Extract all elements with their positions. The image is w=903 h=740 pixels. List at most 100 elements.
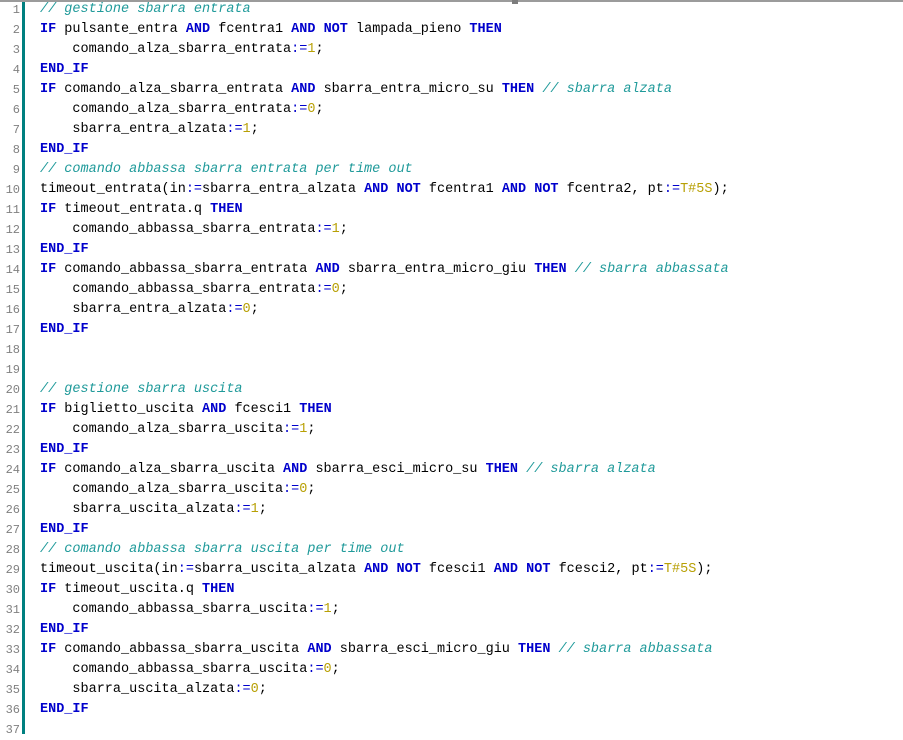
code-token-comment: // sbarra abbassata bbox=[574, 262, 729, 277]
code-line[interactable]: END_IF bbox=[40, 440, 903, 460]
code-token-comment: // comando abbassa sbarra uscita per tim… bbox=[40, 542, 405, 557]
code-line[interactable]: comando_alza_sbarra_entrata:=1; bbox=[40, 40, 903, 60]
code-line[interactable]: comando_abbassa_sbarra_uscita:=0; bbox=[40, 660, 903, 680]
code-line[interactable]: IF comando_abbassa_sbarra_uscita AND sba… bbox=[40, 640, 903, 660]
code-line[interactable]: comando_abbassa_sbarra_entrata:=0; bbox=[40, 280, 903, 300]
code-token-plain: biglietto_uscita bbox=[56, 402, 203, 417]
code-token-num: 1 bbox=[242, 122, 251, 137]
line-number: 32 bbox=[5, 623, 20, 637]
code-token-plain: comando_alza_sbarra_uscita bbox=[40, 482, 284, 497]
code-token-plain: pulsante_entra bbox=[56, 22, 186, 37]
line-number: 21 bbox=[5, 403, 20, 417]
code-token-kw: IF bbox=[40, 82, 57, 97]
code-line[interactable]: IF timeout_uscita.q THEN bbox=[40, 580, 903, 600]
code-line[interactable]: IF biglietto_uscita AND fcesci1 THEN bbox=[40, 400, 903, 420]
code-token-num: 1 bbox=[331, 222, 340, 237]
code-token-plain: comando_alza_sbarra_entrata bbox=[56, 82, 292, 97]
line-number-gutter: 1 2 3 4 5 6 7 8 9 10 11 12 13 14 15 16 17 18 19 20 21 22 23 24 2… bbox=[0, 0, 22, 740]
code-token-plain: timeout_uscita.q bbox=[56, 582, 203, 597]
code-token-op: := bbox=[185, 182, 203, 197]
code-editor[interactable]: 1 2 3 4 5 6 7 8 9 10 11 12 13 14 15 16 17 18 19 20 21 22 23 24 2… bbox=[0, 0, 903, 740]
code-token-plain: timeout_entrata.q bbox=[56, 202, 211, 217]
line-number: 37 bbox=[5, 723, 20, 737]
code-token-num: 1 bbox=[250, 502, 259, 517]
code-line[interactable]: IF comando_alza_sbarra_uscita AND sbarra… bbox=[40, 460, 903, 480]
code-token-num: T#5S bbox=[680, 182, 713, 197]
code-token-plain: timeout_entrata(in bbox=[40, 182, 186, 197]
code-line[interactable]: comando_abbassa_sbarra_uscita:=1; bbox=[40, 600, 903, 620]
line-number: 14 bbox=[5, 263, 20, 277]
code-line[interactable]: comando_alza_sbarra_uscita:=1; bbox=[40, 420, 903, 440]
code-token-kw: NOT bbox=[323, 22, 348, 37]
code-line[interactable]: sbarra_entra_alzata:=0; bbox=[40, 300, 903, 320]
code-token-plain: sbarra_esci_micro_giu bbox=[331, 642, 519, 657]
code-line[interactable]: END_IF bbox=[40, 700, 903, 720]
code-token-kw: END_IF bbox=[40, 322, 89, 337]
code-line[interactable]: comando_alza_sbarra_uscita:=0; bbox=[40, 480, 903, 500]
code-token-plain: ; bbox=[339, 222, 348, 237]
code-token-plain: fcentra1 bbox=[420, 182, 502, 197]
code-line-list: // gestione sbarra entrata IF pulsante_en… bbox=[40, 0, 903, 740]
code-line[interactable] bbox=[40, 720, 903, 740]
code-token-num: T#5S bbox=[663, 562, 697, 577]
code-text-area[interactable]: // gestione sbarra entrata IF pulsante_en… bbox=[22, 0, 903, 740]
code-token-op: := bbox=[291, 102, 308, 117]
code-line[interactable]: // gestione sbarra uscita bbox=[40, 380, 903, 400]
code-line[interactable]: sbarra_entra_alzata:=1; bbox=[40, 120, 903, 140]
code-line[interactable]: IF comando_alza_sbarra_entrata AND sbarr… bbox=[40, 80, 903, 100]
code-line[interactable]: sbarra_uscita_alzata:=0; bbox=[40, 680, 903, 700]
line-number: 34 bbox=[5, 663, 20, 677]
code-line[interactable] bbox=[40, 340, 903, 360]
code-token-op: := bbox=[283, 482, 300, 497]
code-token-plain: comando_alza_sbarra_entrata bbox=[40, 42, 292, 57]
code-line[interactable]: IF timeout_entrata.q THEN bbox=[40, 200, 903, 220]
code-line[interactable]: timeout_entrata(in:=sbarra_entra_alzata … bbox=[40, 180, 903, 200]
code-token-plain: sbarra_esci_micro_su bbox=[307, 462, 486, 477]
code-line[interactable]: timeout_uscita(in:=sbarra_uscita_alzata … bbox=[40, 560, 903, 580]
code-token-kw: AND bbox=[291, 22, 316, 37]
code-line[interactable]: IF pulsante_entra AND fcentra1 AND NOT l… bbox=[40, 20, 903, 40]
code-line[interactable] bbox=[40, 360, 903, 380]
code-line[interactable]: END_IF bbox=[40, 620, 903, 640]
code-token-plain: sbarra_entra_micro_su bbox=[315, 82, 502, 97]
code-line[interactable]: IF comando_abbassa_sbarra_entrata AND sb… bbox=[40, 260, 903, 280]
code-line[interactable]: // comando abbassa sbarra uscita per tim… bbox=[40, 540, 903, 560]
code-line[interactable]: sbarra_uscita_alzata:=1; bbox=[40, 500, 903, 520]
code-token-op: := bbox=[234, 502, 251, 517]
line-number: 36 bbox=[5, 703, 20, 717]
code-line[interactable]: // gestione sbarra entrata bbox=[40, 0, 903, 20]
line-number: 28 bbox=[5, 543, 20, 557]
code-token-plain: fcentra2, pt bbox=[558, 182, 664, 197]
line-number-list: 1 2 3 4 5 6 7 8 9 10 11 12 13 14 15 16 17 18 19 20 21 22 23 24 2… bbox=[0, 0, 22, 740]
code-token-plain: ; bbox=[315, 102, 324, 117]
code-line[interactable]: END_IF bbox=[40, 520, 903, 540]
code-line[interactable]: END_IF bbox=[40, 60, 903, 80]
code-token-op: := bbox=[226, 122, 243, 137]
code-line[interactable]: END_IF bbox=[40, 140, 903, 160]
code-token-kw: IF bbox=[40, 262, 57, 277]
code-line[interactable]: // comando abbassa sbarra entrata per ti… bbox=[40, 160, 903, 180]
code-token-plain: ; bbox=[250, 122, 259, 137]
line-number: 12 bbox=[5, 223, 20, 237]
code-token-num: 0 bbox=[331, 282, 340, 297]
code-token-kw: END_IF bbox=[40, 242, 89, 257]
code-token-kw: THEN bbox=[210, 202, 243, 217]
code-line[interactable]: comando_abbassa_sbarra_entrata:=1; bbox=[40, 220, 903, 240]
code-token-kw: IF bbox=[40, 202, 57, 217]
code-line[interactable]: comando_alza_sbarra_entrata:=0; bbox=[40, 100, 903, 120]
code-token-num: 1 bbox=[323, 602, 332, 617]
code-line[interactable]: END_IF bbox=[40, 320, 903, 340]
code-token-op: := bbox=[307, 662, 324, 677]
line-number: 2 bbox=[12, 23, 20, 37]
code-line[interactable]: END_IF bbox=[40, 240, 903, 260]
code-token-kw: THEN bbox=[469, 22, 502, 37]
code-token-comment: // gestione sbarra uscita bbox=[40, 382, 243, 397]
code-token-plain: ; bbox=[258, 682, 267, 697]
line-number: 30 bbox=[5, 583, 20, 597]
